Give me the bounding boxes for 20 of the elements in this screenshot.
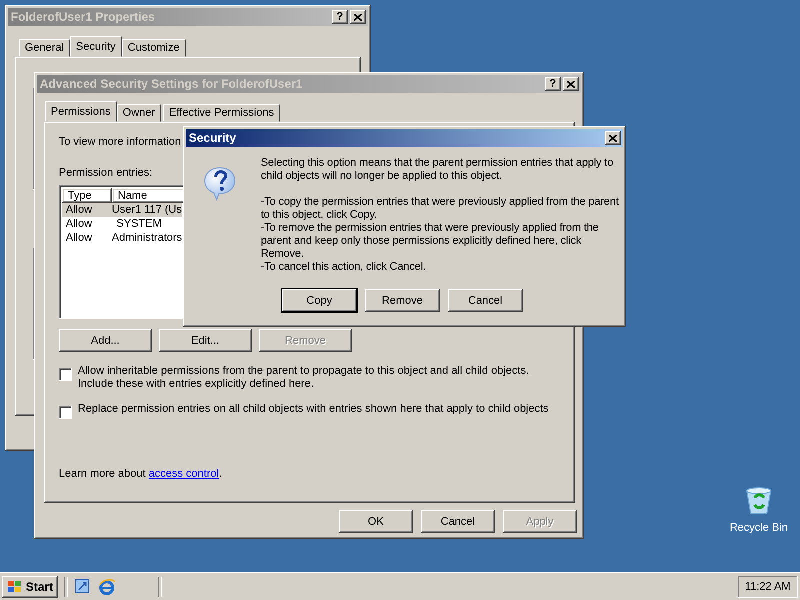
message-text: -To copy the permission entries that were previously applied from the parent to this object, click Copy.: [261, 196, 620, 222]
permission-entries-label: Permission entries:: [59, 167, 153, 179]
table-cell-text: Allow: [65, 232, 94, 244]
checkbox-label: Allow inheritable permissions from the parent to propagate to this object and all child objects. Include these with entries explicitly defined here.: [78, 365, 530, 391]
table-cell-text: SYSTEM: [116, 218, 163, 230]
window-title: Security: [189, 131, 238, 145]
message-text: -To remove the permission entries that were previously applied from the parent and keep only those permissions explicitly defined here, click Remove.: [261, 222, 600, 261]
learn-more-text: Learn more about access control.: [59, 468, 224, 481]
message-text: Selecting this option means that the parent permission entries that apply to child objects will no longer be applied to this object.: [261, 157, 614, 183]
message-text: -To cancel this action, click Cancel.: [261, 261, 428, 274]
table-cell-text: Administrators: [111, 232, 182, 244]
intro-text: To view more information: [59, 136, 182, 148]
table-cell-text: Allow: [65, 218, 94, 230]
desktop-icon-label: Recycle Bin: [730, 522, 788, 534]
checkbox-label: Replace permission entries on all child objects with entries shown here that apply to child objects: [78, 403, 550, 416]
window-title: Advanced Security Settings for FolderofUser1: [40, 77, 304, 91]
table-cell-text: User1 117 (Us: [111, 204, 182, 216]
window-title: FolderofUser1 Properties: [11, 10, 156, 24]
table-cell-text: Allow: [65, 204, 94, 216]
clock: 11:22 AM: [738, 576, 798, 598]
